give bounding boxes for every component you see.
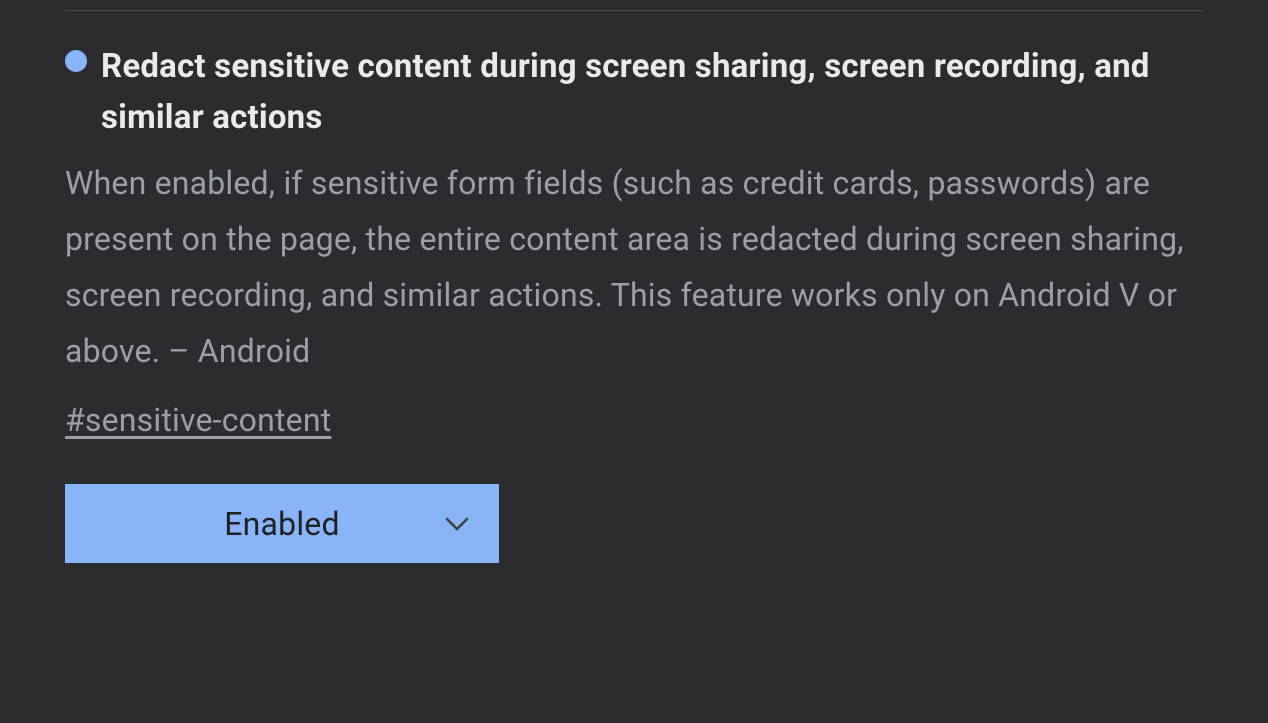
flag-description: When enabled, if sensitive form fields (… — [65, 155, 1203, 379]
chevron-down-icon — [443, 510, 471, 538]
dropdown-selected-label: Enabled — [224, 505, 339, 543]
status-dot-icon — [65, 50, 87, 72]
flag-entry: Redact sensitive content during screen s… — [0, 11, 1268, 563]
flag-state-dropdown[interactable]: Enabled — [65, 484, 499, 563]
flag-title-row: Redact sensitive content during screen s… — [65, 41, 1203, 143]
flag-title: Redact sensitive content during screen s… — [101, 41, 1203, 143]
flag-hash-link[interactable]: #sensitive-content — [65, 401, 331, 439]
